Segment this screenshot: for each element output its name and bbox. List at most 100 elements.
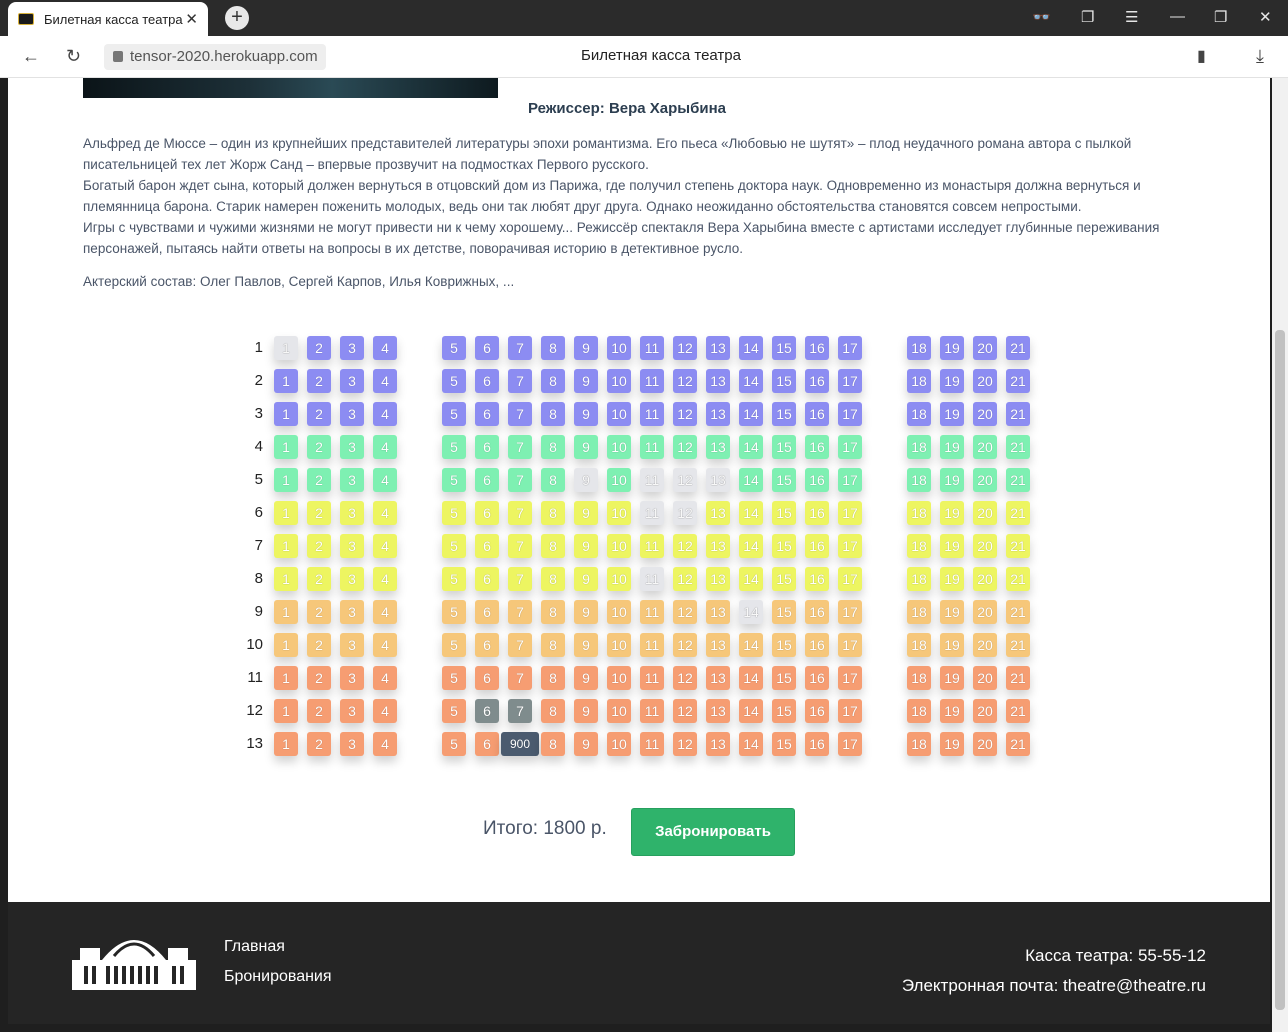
seat[interactable]: 15: [772, 666, 796, 690]
seat[interactable]: 13: [706, 534, 730, 558]
seat[interactable]: 14: [739, 633, 763, 657]
seat[interactable]: 6: [475, 402, 499, 426]
seat[interactable]: 6: [475, 534, 499, 558]
seat[interactable]: 4: [373, 699, 397, 723]
glasses-icon[interactable]: 👓: [1032, 8, 1051, 26]
seat[interactable]: 2: [307, 600, 331, 624]
seat[interactable]: 6: [475, 732, 499, 756]
seat[interactable]: 4: [373, 534, 397, 558]
seat[interactable]: 16: [805, 666, 829, 690]
seat[interactable]: 11: [640, 633, 664, 657]
seat[interactable]: 4: [373, 666, 397, 690]
seat[interactable]: 5: [442, 501, 466, 525]
seat[interactable]: 8: [541, 369, 565, 393]
seat[interactable]: 17: [838, 435, 862, 459]
seat[interactable]: 4: [373, 402, 397, 426]
seat[interactable]: 18: [907, 699, 931, 723]
seat[interactable]: 20: [973, 666, 997, 690]
seat[interactable]: 12: [673, 633, 697, 657]
close-window-icon[interactable]: ✕: [1259, 8, 1272, 26]
seat[interactable]: 19: [940, 501, 964, 525]
seat[interactable]: 9: [574, 336, 598, 360]
seat[interactable]: 21: [1006, 633, 1030, 657]
seat[interactable]: 9: [574, 699, 598, 723]
seat[interactable]: 4: [373, 633, 397, 657]
seat[interactable]: 3: [340, 732, 364, 756]
seat[interactable]: 11: [640, 600, 664, 624]
seat[interactable]: 3: [340, 336, 364, 360]
seat[interactable]: 8: [541, 732, 565, 756]
seat[interactable]: 9: [574, 402, 598, 426]
seat[interactable]: 13: [706, 501, 730, 525]
seat[interactable]: 9: [574, 600, 598, 624]
seat[interactable]: 7: [508, 468, 532, 492]
seat[interactable]: 10: [607, 402, 631, 426]
seat[interactable]: 8: [541, 567, 565, 591]
seat[interactable]: 12: [673, 402, 697, 426]
seat[interactable]: 14: [739, 468, 763, 492]
seat[interactable]: 11: [640, 534, 664, 558]
seat[interactable]: 13: [706, 336, 730, 360]
seat[interactable]: 2: [307, 468, 331, 492]
seat[interactable]: 10: [607, 666, 631, 690]
seat[interactable]: 4: [373, 468, 397, 492]
book-button[interactable]: Забронировать: [631, 808, 795, 856]
page-scrollbar[interactable]: [1272, 78, 1288, 1032]
seat[interactable]: 14: [739, 402, 763, 426]
seat[interactable]: 5: [442, 435, 466, 459]
seat[interactable]: 15: [772, 402, 796, 426]
seat[interactable]: 14: [739, 666, 763, 690]
seat[interactable]: 21: [1006, 699, 1030, 723]
seat[interactable]: 3: [340, 567, 364, 591]
seat[interactable]: 16: [805, 336, 829, 360]
seat[interactable]: 5: [442, 666, 466, 690]
seat[interactable]: 14: [739, 435, 763, 459]
seat[interactable]: 16: [805, 534, 829, 558]
seat[interactable]: 10: [607, 534, 631, 558]
seat[interactable]: 6: [475, 468, 499, 492]
contact-email[interactable]: Электронная почта: theatre@theatre.ru: [902, 976, 1206, 996]
seat[interactable]: 21: [1006, 435, 1030, 459]
seat[interactable]: 7: [508, 534, 532, 558]
seat[interactable]: 17: [838, 534, 862, 558]
seat[interactable]: 16: [805, 699, 829, 723]
seat[interactable]: 8: [541, 336, 565, 360]
seat[interactable]: 18: [907, 666, 931, 690]
seat[interactable]: 6: [475, 501, 499, 525]
seat[interactable]: 6: [475, 567, 499, 591]
seat[interactable]: 18: [907, 732, 931, 756]
seat[interactable]: 1: [274, 369, 298, 393]
seat[interactable]: 21: [1006, 534, 1030, 558]
seat[interactable]: 17: [838, 567, 862, 591]
seat[interactable]: 2: [307, 534, 331, 558]
seat[interactable]: 2: [307, 369, 331, 393]
seat[interactable]: 8: [541, 699, 565, 723]
seat[interactable]: 11: [640, 666, 664, 690]
seat[interactable]: 16: [805, 600, 829, 624]
seat[interactable]: 15: [772, 336, 796, 360]
seat[interactable]: 21: [1006, 501, 1030, 525]
seat[interactable]: 16: [805, 501, 829, 525]
seat[interactable]: 20: [973, 534, 997, 558]
minimize-icon[interactable]: —: [1170, 8, 1185, 25]
seat[interactable]: 20: [973, 336, 997, 360]
seat[interactable]: 6: [475, 633, 499, 657]
seat[interactable]: 13: [706, 435, 730, 459]
seat[interactable]: 10: [607, 501, 631, 525]
seat[interactable]: 14: [739, 732, 763, 756]
seat[interactable]: 17: [838, 633, 862, 657]
seat[interactable]: 6: [475, 699, 499, 723]
theatre-logo-icon[interactable]: [72, 926, 196, 997]
seat[interactable]: 18: [907, 369, 931, 393]
seat[interactable]: 10: [607, 732, 631, 756]
seat[interactable]: 19: [940, 732, 964, 756]
seat[interactable]: 9: [574, 567, 598, 591]
seat[interactable]: 11: [640, 402, 664, 426]
seat[interactable]: 10: [607, 468, 631, 492]
seat[interactable]: 19: [940, 699, 964, 723]
seat[interactable]: 19: [940, 666, 964, 690]
seat[interactable]: 20: [973, 567, 997, 591]
seat[interactable]: 14: [739, 567, 763, 591]
seat[interactable]: 5: [442, 600, 466, 624]
seat[interactable]: 17: [838, 732, 862, 756]
